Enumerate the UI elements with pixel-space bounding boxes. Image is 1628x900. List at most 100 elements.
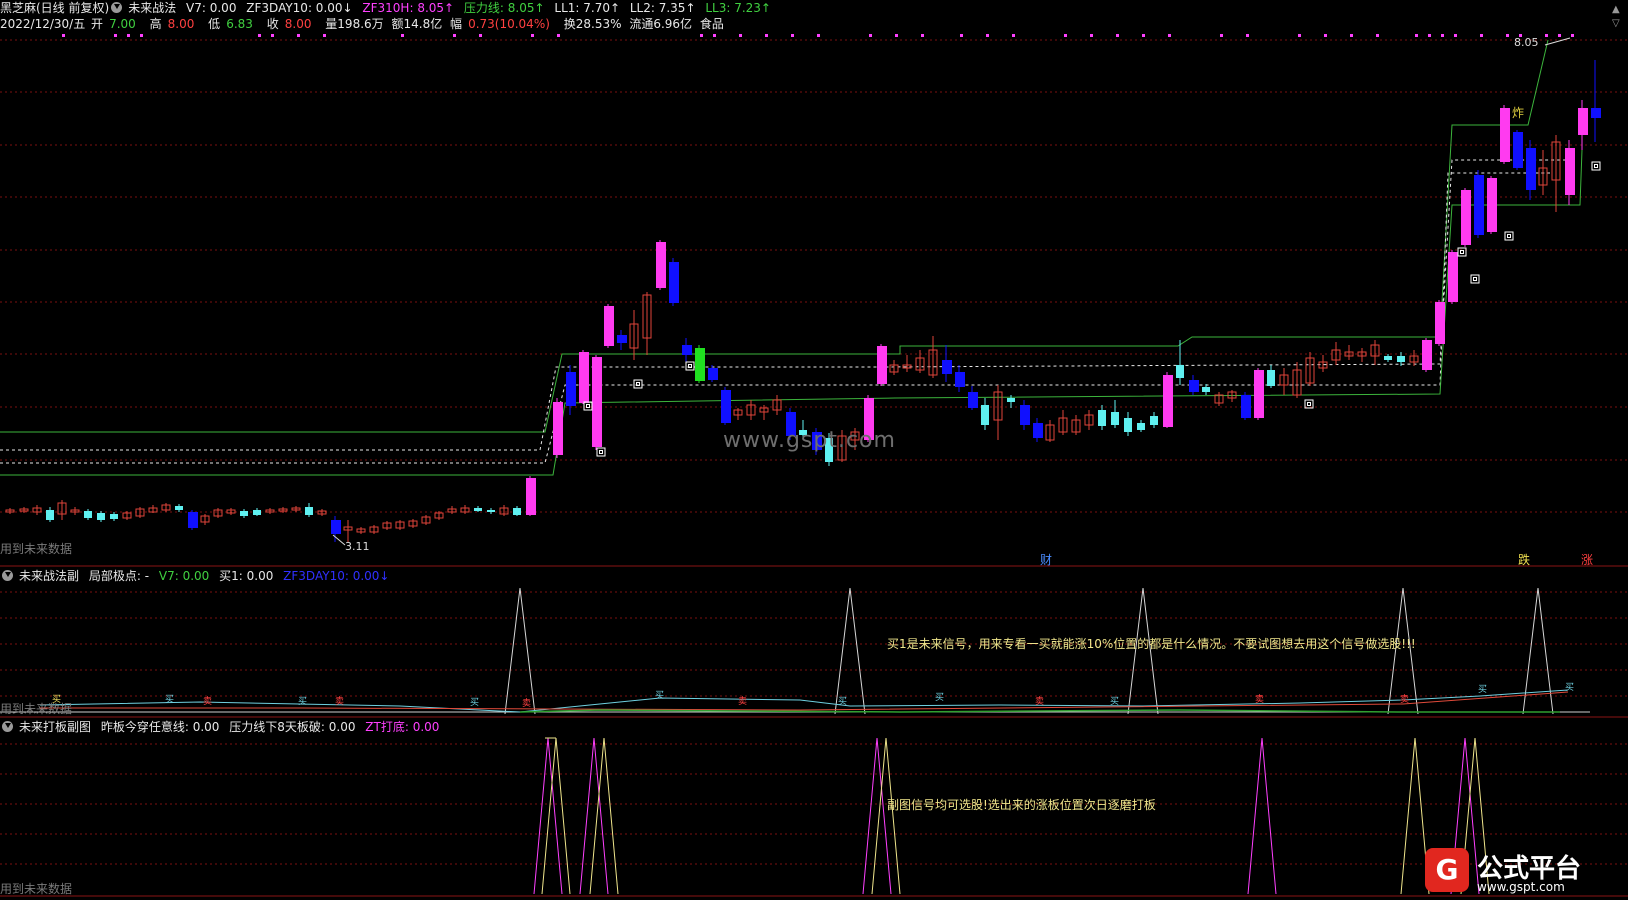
ll2-line: [0, 172, 1550, 464]
subchart2-title: 未来打板副图: [19, 720, 92, 734]
candle-body: [1513, 132, 1523, 168]
candle-body: [46, 510, 54, 520]
candle-body: [1422, 340, 1432, 370]
top-marker: [713, 34, 716, 37]
top-marker: [1415, 34, 1418, 37]
logo-url: www.gspt.com: [1477, 880, 1565, 894]
candle-body: [1150, 416, 1158, 425]
candle-body: [1111, 412, 1119, 425]
price-low-label: 3.11: [345, 540, 370, 553]
signal-square: [633, 379, 643, 389]
candle-body: [1474, 175, 1484, 235]
signal-square: [1470, 274, 1480, 284]
signal-tag: 买: [165, 694, 174, 705]
top-marker: [1480, 34, 1483, 37]
signal-square-inner: [586, 404, 590, 408]
signal-square-inner: [1473, 277, 1477, 281]
line3-value: ZT打底: 0.00: [365, 720, 440, 734]
top-marker: [895, 34, 898, 37]
candle-body: [1578, 108, 1588, 135]
subchart2-note: 副图信号均可选股!选出来的涨板位置次日逐磨打板: [887, 798, 1156, 812]
candle-body: [877, 346, 887, 384]
top-marker: [323, 34, 326, 37]
signal-square: [596, 447, 606, 457]
signal-tag: 买: [1110, 696, 1119, 707]
signal-square: [583, 401, 593, 411]
future-data-label: 用到未来数据: [0, 542, 73, 556]
dropdown-icon[interactable]: [2, 721, 13, 732]
candle-body: [474, 508, 482, 511]
top-marker: [1012, 34, 1015, 37]
buy1-value: 买1: 0.00: [219, 569, 274, 583]
signal-tag: 卖: [1255, 694, 1264, 705]
candle-body: [592, 357, 602, 447]
line1-value: 昨板今穿任意线: 0.00: [100, 720, 220, 734]
signal-tag: 买: [298, 696, 307, 707]
signal-tag: 卖: [335, 696, 344, 707]
candle-body: [579, 352, 589, 403]
candle-body: [1189, 380, 1199, 392]
scroll-down-icon[interactable]: ▽: [1612, 18, 1620, 29]
candle-body: [253, 510, 261, 515]
candle-body: [604, 306, 614, 346]
high-pointer: [1544, 37, 1571, 46]
top-marker: [1246, 34, 1249, 37]
local-extreme-line: [39, 689, 1569, 713]
top-marker: [1428, 34, 1431, 37]
signal-spike: [862, 737, 892, 895]
top-marker: [817, 34, 820, 37]
top-marker: [1545, 34, 1548, 37]
candle-body: [175, 506, 183, 510]
candle-body: [1124, 418, 1132, 432]
v7-line: [40, 691, 1569, 711]
line2-value: 压力线下8天板破: 0.00: [229, 720, 356, 734]
candle-body: [188, 512, 198, 528]
candle-body: [942, 360, 952, 374]
signal-tag: 买: [470, 697, 479, 708]
signal-spike: [1247, 737, 1277, 895]
candle-body: [553, 402, 563, 455]
top-marker: [739, 34, 742, 37]
top-marker: [986, 34, 989, 37]
scroll-up-icon[interactable]: ▲: [1612, 4, 1620, 15]
candle-body: [1487, 178, 1497, 232]
dropdown-icon[interactable]: [2, 570, 13, 581]
top-marker: [127, 34, 130, 37]
candle-body: [1254, 370, 1264, 418]
future-data-label: 用到未来数据: [0, 702, 73, 716]
candle-body: [695, 348, 705, 381]
signal-square-inner: [1307, 402, 1311, 406]
candle-body: [708, 368, 718, 380]
signal-square-inner: [1460, 250, 1464, 254]
candle-body: [1020, 405, 1030, 425]
candle-body: [1461, 190, 1471, 245]
candle-body: [487, 510, 495, 512]
signal-square-inner: [1594, 164, 1598, 168]
top-marker: [1142, 34, 1145, 37]
signal-zha: 炸: [1512, 106, 1525, 120]
candle-body: [240, 511, 248, 516]
candle-body: [617, 335, 627, 343]
top-marker: [1571, 34, 1574, 37]
top-marker: [791, 34, 794, 37]
candle-body: [1397, 356, 1405, 362]
candle-body: [1384, 356, 1392, 360]
top-marker: [1090, 34, 1093, 37]
logo-g-icon: G: [1425, 848, 1469, 892]
top-marker: [1454, 34, 1457, 37]
top-marker: [1220, 34, 1223, 37]
signal-tag: 卖: [522, 698, 531, 709]
candlesticks: [5, 37, 1601, 546]
candle-body: [669, 262, 679, 303]
signal-square: [1591, 161, 1601, 171]
candle-body: [968, 392, 978, 408]
top-marker: [62, 34, 65, 37]
top-marker: [1558, 34, 1561, 37]
candle-body: [1033, 423, 1043, 438]
top-marker: [765, 34, 768, 37]
top-marker: [1116, 34, 1119, 37]
candle-body: [1500, 108, 1510, 162]
marker-zhang: 涨: [1581, 553, 1594, 567]
candle-body: [110, 514, 118, 519]
candle-body: [1007, 398, 1015, 402]
